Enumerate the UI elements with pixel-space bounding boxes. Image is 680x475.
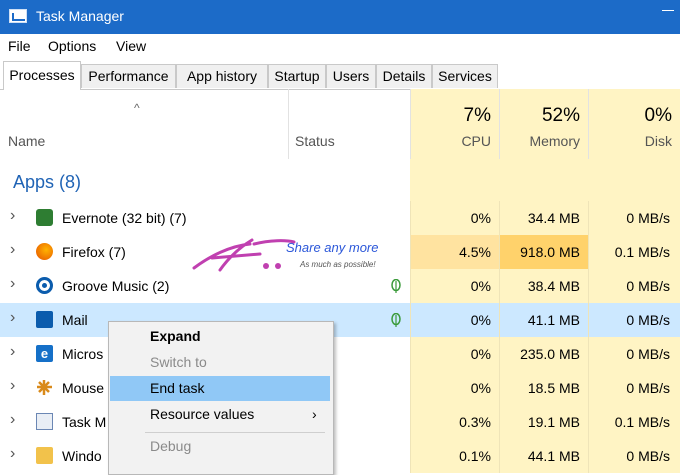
edge-icon: e (36, 345, 53, 362)
expand-chevron-icon[interactable]: › (10, 241, 15, 259)
process-row[interactable]: › Evernote (32 bit) (7) 0% 34.4 MB 0 MB/s (0, 201, 680, 235)
memory-total: 52% (541, 105, 580, 126)
firefox-icon (36, 243, 53, 260)
watermark-logo: Share any more As much as possible! (190, 236, 400, 276)
process-disk: 0.1 MB/s (614, 414, 670, 430)
menu-view[interactable]: View (116, 38, 146, 54)
process-cpu: 0.3% (459, 414, 491, 430)
process-disk: 0 MB/s (626, 380, 670, 396)
process-name: Firefox (7) (62, 244, 126, 260)
tab-startup[interactable]: Startup (268, 64, 326, 88)
expand-chevron-icon[interactable]: › (10, 207, 15, 225)
process-cpu: 0% (470, 210, 491, 226)
context-menu: Expand Switch to End task Resource value… (108, 321, 334, 475)
tab-strip: Processes Performance App history Startu… (0, 61, 680, 90)
expand-chevron-icon[interactable]: › (10, 411, 15, 429)
expand-chevron-icon[interactable]: › (10, 377, 15, 395)
mail-icon (36, 311, 53, 328)
column-status[interactable]: Status (288, 89, 410, 159)
process-mem: 34.4 MB (527, 210, 580, 226)
task-manager-icon (9, 9, 27, 23)
expand-chevron-icon[interactable]: › (10, 309, 15, 327)
menu-bar: File Options View (0, 34, 680, 59)
evernote-icon (36, 209, 53, 226)
menu-item-debug: Debug (150, 438, 192, 454)
process-disk: 0 MB/s (626, 278, 670, 294)
tab-details[interactable]: Details (376, 64, 432, 88)
process-name: Task M (62, 414, 107, 430)
process-row[interactable]: › e Micros 0% 235.0 MB 0 MB/s (0, 337, 680, 371)
column-memory[interactable]: 52% Memory (499, 89, 588, 159)
window-title: Task Manager (36, 8, 124, 24)
tab-users[interactable]: Users (326, 64, 376, 88)
menu-file[interactable]: File (8, 38, 31, 54)
menu-item-resource-values[interactable]: Resource values › (110, 402, 330, 427)
process-name: Micros (62, 346, 104, 362)
tab-performance[interactable]: Performance (81, 64, 176, 88)
column-name-label: Name (8, 133, 46, 149)
process-mem: 44.1 MB (527, 448, 580, 464)
explorer-icon (36, 447, 53, 464)
disk-label: Disk (644, 133, 672, 149)
tab-processes[interactable]: Processes (3, 61, 81, 90)
memory-label: Memory (529, 133, 580, 149)
process-mem: 38.4 MB (527, 278, 580, 294)
process-disk: 0.1 MB/s (614, 244, 670, 260)
process-disk: 0 MB/s (626, 210, 670, 226)
watermark-subtext: As much as possible! (300, 260, 376, 269)
process-cpu: 0% (470, 278, 491, 294)
process-name: Mail (62, 312, 88, 328)
process-name: Mouse (62, 380, 105, 396)
mouse-icon (36, 379, 53, 396)
menu-item-end-task[interactable]: End task (110, 376, 330, 401)
sort-up-icon: ^ (134, 101, 140, 115)
suspended-leaf-icon (391, 312, 401, 327)
process-mem: 235.0 MB (520, 346, 580, 362)
process-cpu: 0.1% (459, 448, 491, 464)
suspended-leaf-icon (391, 278, 401, 293)
title-bar[interactable]: Task Manager (0, 0, 680, 34)
process-cpu: 0% (470, 346, 491, 362)
process-disk: 0 MB/s (626, 448, 670, 464)
expand-chevron-icon[interactable]: › (10, 445, 15, 463)
menu-separator (145, 432, 325, 433)
group-apps[interactable]: Apps (8) (0, 159, 680, 201)
cpu-total: 7% (463, 105, 491, 126)
cpu-label: CPU (461, 133, 491, 149)
process-name: Groove Music (2) (62, 278, 170, 294)
disk-total: 0% (644, 105, 672, 126)
process-row[interactable]: › Mouse 0% 18.5 MB 0 MB/s (0, 371, 680, 405)
menu-item-expand[interactable]: Expand (110, 324, 330, 349)
menu-options[interactable]: Options (48, 38, 96, 54)
groove-icon (36, 277, 53, 294)
process-row[interactable]: › Task M 0.3% 19.1 MB 0.1 MB/s (0, 405, 680, 439)
process-name: Evernote (32 bit) (7) (62, 210, 187, 226)
menu-item-switch-to: Switch to (150, 354, 207, 370)
expand-chevron-icon[interactable]: › (10, 275, 15, 293)
column-status-label: Status (295, 133, 335, 149)
process-mem: 19.1 MB (527, 414, 580, 430)
minimize-button[interactable] (662, 10, 674, 11)
column-name[interactable]: ^ Name (0, 89, 288, 159)
process-cpu: 0% (470, 312, 491, 328)
process-row[interactable]: › Windo 0.1% 44.1 MB 0 MB/s (0, 439, 680, 473)
process-cpu: 4.5% (459, 244, 491, 260)
tab-app-history[interactable]: App history (176, 64, 268, 88)
process-mem: 41.1 MB (527, 312, 580, 328)
process-disk: 0 MB/s (626, 346, 670, 362)
tab-services[interactable]: Services (432, 64, 498, 88)
submenu-arrow-icon: › (312, 406, 317, 422)
column-cpu[interactable]: 7% CPU (410, 89, 499, 159)
column-disk[interactable]: 0% Disk (588, 89, 680, 159)
taskmgr-icon (36, 413, 53, 430)
process-mem: 18.5 MB (527, 380, 580, 396)
group-apps-label: Apps (8) (13, 172, 82, 192)
watermark-text: Share any more (286, 240, 379, 255)
process-cpu: 0% (470, 380, 491, 396)
process-mem: 918.0 MB (520, 244, 580, 260)
expand-chevron-icon[interactable]: › (10, 343, 15, 361)
process-row[interactable]: › Mail 0% 41.1 MB 0 MB/s (0, 303, 680, 337)
process-name: Windo (62, 448, 102, 464)
process-disk: 0 MB/s (626, 312, 670, 328)
